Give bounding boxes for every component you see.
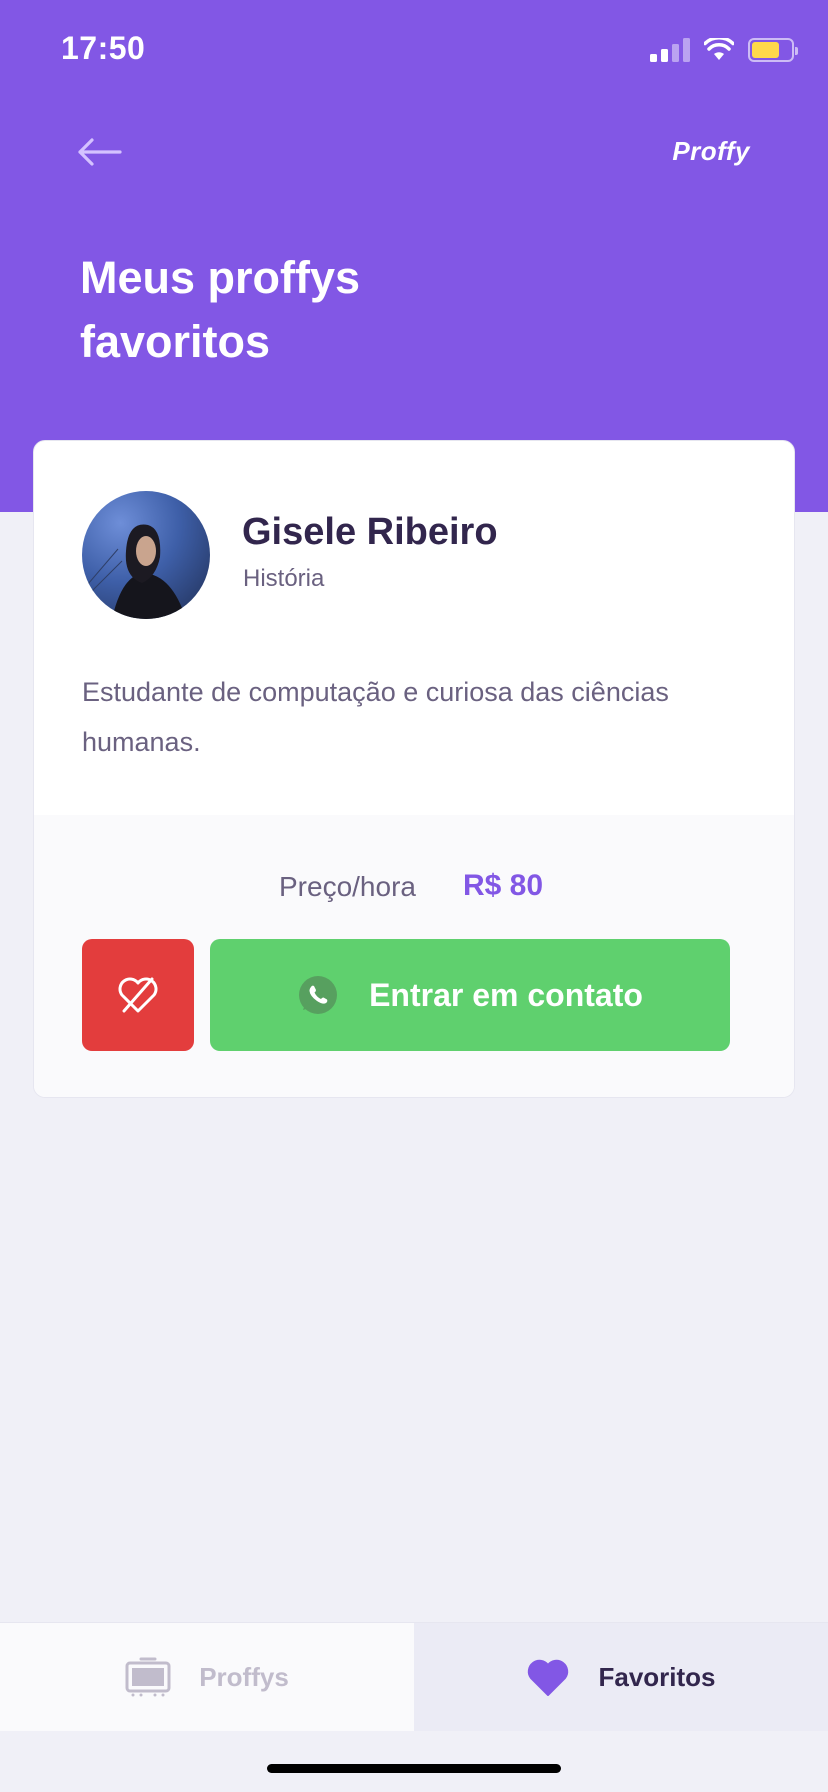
brand-logo: Proffy (672, 136, 750, 166)
card-footer: Preço/hora R$ 80 Entrar em contato (34, 815, 794, 1097)
home-indicator[interactable] (267, 1764, 561, 1773)
teacher-subject: História (243, 565, 325, 592)
back-arrow-icon[interactable] (74, 134, 124, 170)
status-icons (650, 36, 798, 64)
avatar (82, 491, 210, 619)
tv-icon (125, 1657, 171, 1697)
tab-proffys-label: Proffys (199, 1661, 289, 1692)
heart-filled-icon (528, 1659, 569, 1696)
tab-favoritos-label: Favoritos (598, 1661, 716, 1692)
battery-icon (748, 38, 798, 62)
unfavorite-button[interactable] (82, 939, 194, 1051)
teacher-bio: Estudante de computação e curiosa das ci… (82, 677, 669, 757)
tab-favoritos[interactable]: Favoritos (414, 1623, 828, 1731)
tab-bar: Proffys Favoritos (0, 1622, 828, 1731)
contact-button-label: Entrar em contato (369, 976, 643, 1013)
teacher-name: Gisele Ribeiro (242, 511, 498, 553)
price-value: R$ 80 (463, 869, 544, 902)
status-time: 17:50 (61, 30, 146, 66)
heart-outline-icon (118, 977, 158, 1013)
tab-proffys[interactable]: Proffys (0, 1623, 414, 1731)
signal-icon (650, 38, 690, 62)
teacher-card: Gisele Ribeiro História Estudante de com… (33, 440, 795, 1098)
whatsapp-icon (299, 976, 338, 1014)
wifi-icon (704, 38, 734, 60)
price-label: Preço/hora (279, 871, 416, 902)
page-header: 17:50 Proffy Meus proffys favoritos (0, 0, 828, 512)
contact-button[interactable]: Entrar em contato (210, 939, 730, 1051)
favorites-screen: 17:50 Proffy Meus proffys favoritos Gise… (0, 0, 828, 1792)
page-title: Meus proffys favoritos (80, 252, 361, 367)
